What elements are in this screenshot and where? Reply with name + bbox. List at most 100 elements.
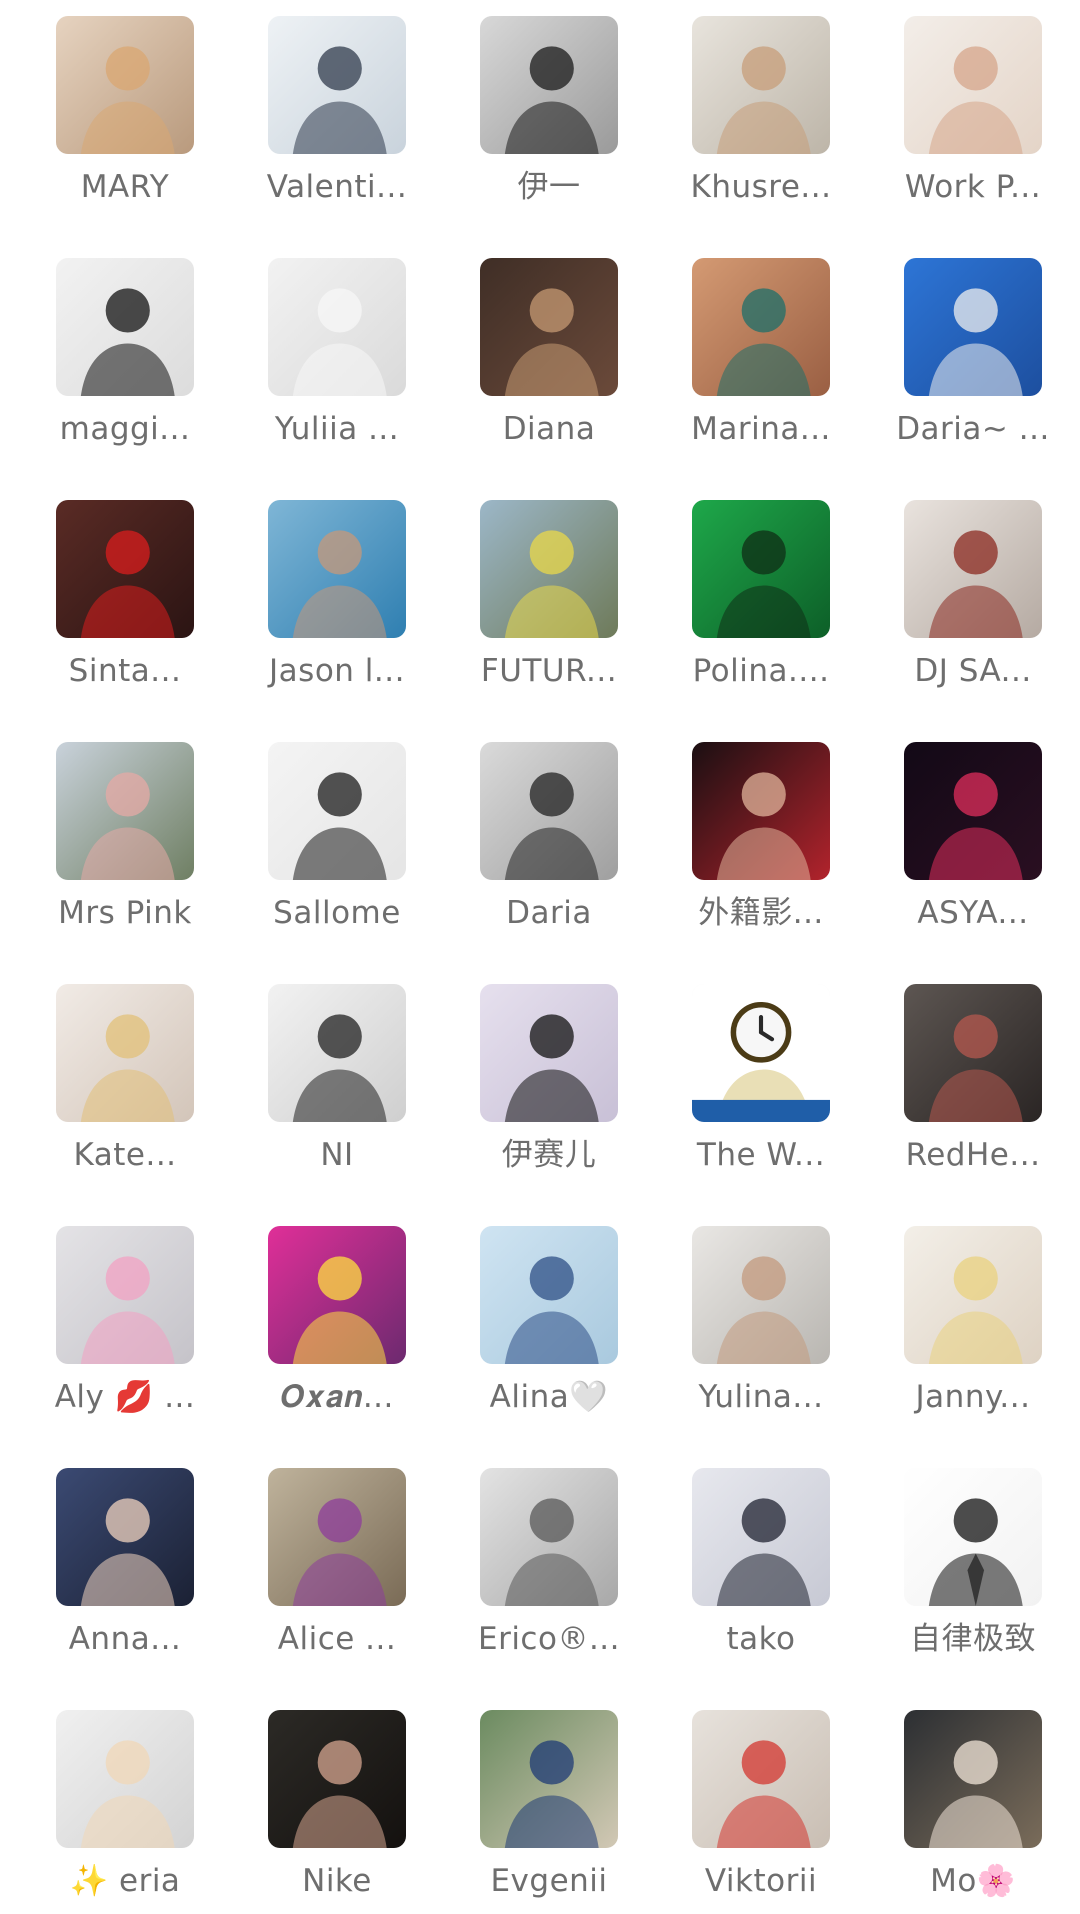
avatar[interactable] <box>480 1226 618 1364</box>
contact-item[interactable]: Mrs Pink <box>38 726 208 946</box>
avatar[interactable] <box>56 500 194 638</box>
avatar-image <box>692 258 830 396</box>
avatar-image <box>692 742 830 880</box>
avatar[interactable] <box>904 742 1042 880</box>
contact-item[interactable]: Aly 💋 ... <box>38 1210 208 1430</box>
contact-item[interactable]: FUTUR... <box>462 484 632 704</box>
avatar-image <box>692 984 830 1122</box>
contact-item[interactable]: maggi... <box>38 242 208 462</box>
contact-item[interactable]: Khusre... <box>674 0 844 220</box>
contact-item[interactable]: Polina.... <box>674 484 844 704</box>
avatar[interactable] <box>268 1226 406 1364</box>
avatar[interactable] <box>268 258 406 396</box>
avatar[interactable] <box>692 1226 830 1364</box>
avatar[interactable] <box>904 984 1042 1122</box>
contact-name: 伊一 <box>517 169 581 205</box>
portrait-head <box>529 1256 574 1301</box>
avatar-image <box>268 742 406 880</box>
contact-item[interactable]: RedHe... <box>886 968 1056 1188</box>
avatar[interactable] <box>692 1468 830 1606</box>
avatar[interactable] <box>268 1468 406 1606</box>
avatar[interactable] <box>56 742 194 880</box>
avatar[interactable] <box>692 500 830 638</box>
avatar[interactable] <box>692 742 830 880</box>
contact-item[interactable]: NI <box>250 968 420 1188</box>
avatar-image <box>268 500 406 638</box>
contact-name: tako <box>726 1621 796 1657</box>
avatar[interactable] <box>904 1468 1042 1606</box>
contact-item[interactable]: MARY <box>38 0 208 220</box>
contact-item[interactable]: Viktorii <box>674 1694 844 1914</box>
contact-item[interactable]: ✨ eria <box>38 1694 208 1914</box>
portrait-head <box>953 1256 998 1301</box>
avatar[interactable] <box>692 1710 830 1848</box>
contact-item[interactable]: Sinta... <box>38 484 208 704</box>
contact-item[interactable]: Marina... <box>674 242 844 462</box>
contact-item[interactable]: 伊赛儿 <box>462 968 632 1188</box>
avatar[interactable] <box>268 16 406 154</box>
contact-item[interactable]: Jason l... <box>250 484 420 704</box>
contact-item[interactable]: Mo🌸 <box>886 1694 1056 1914</box>
avatar[interactable] <box>692 16 830 154</box>
avatar[interactable] <box>268 500 406 638</box>
portrait-head <box>317 772 362 817</box>
contact-item[interactable]: Janny... <box>886 1210 1056 1430</box>
avatar[interactable] <box>56 1226 194 1364</box>
avatar[interactable] <box>692 984 830 1122</box>
contact-item[interactable]: Anna... <box>38 1452 208 1672</box>
avatar[interactable] <box>480 1468 618 1606</box>
contact-item[interactable]: ASYA... <box>886 726 1056 946</box>
avatar[interactable] <box>56 16 194 154</box>
avatar[interactable] <box>480 984 618 1122</box>
avatar[interactable] <box>480 1710 618 1848</box>
avatar[interactable] <box>480 742 618 880</box>
contact-name: Daria~ ... <box>896 411 1050 447</box>
avatar[interactable] <box>480 500 618 638</box>
avatar[interactable] <box>480 16 618 154</box>
avatar-image <box>904 258 1042 396</box>
contact-item[interactable]: Kate... <box>38 968 208 1188</box>
avatar[interactable] <box>904 258 1042 396</box>
avatar[interactable] <box>56 258 194 396</box>
avatar[interactable] <box>56 1468 194 1606</box>
contact-item[interactable]: 伊一 <box>462 0 632 220</box>
avatar[interactable] <box>904 1226 1042 1364</box>
contact-item[interactable]: Evgenii <box>462 1694 632 1914</box>
avatar[interactable] <box>268 984 406 1122</box>
contact-name: Work P... <box>904 169 1042 205</box>
portrait-head <box>529 46 574 91</box>
avatar-image <box>480 500 618 638</box>
contact-item[interactable]: Diana <box>462 242 632 462</box>
avatar[interactable] <box>268 1710 406 1848</box>
contact-item[interactable]: Nike <box>250 1694 420 1914</box>
contact-name: Aly 💋 ... <box>54 1379 196 1415</box>
avatar[interactable] <box>56 984 194 1122</box>
portrait-head <box>105 772 150 817</box>
avatar[interactable] <box>268 742 406 880</box>
contact-item[interactable]: 𝑶𝒙𝒂𝒏... <box>250 1210 420 1430</box>
contact-item[interactable]: Yuliia ... <box>250 242 420 462</box>
contact-item[interactable]: Erico®... <box>462 1452 632 1672</box>
contact-item[interactable]: DJ SA... <box>886 484 1056 704</box>
contact-item[interactable]: Sallome <box>250 726 420 946</box>
avatar[interactable] <box>904 500 1042 638</box>
avatar[interactable] <box>480 258 618 396</box>
avatar-image <box>904 1710 1042 1848</box>
contact-name: Alice ... <box>277 1621 397 1657</box>
contact-item[interactable]: Valenti... <box>250 0 420 220</box>
contact-item[interactable]: Alice ... <box>250 1452 420 1672</box>
avatar[interactable] <box>904 16 1042 154</box>
contact-item[interactable]: Daria <box>462 726 632 946</box>
contact-item[interactable]: Work P... <box>886 0 1056 220</box>
avatar[interactable] <box>56 1710 194 1848</box>
contact-item[interactable]: The W... <box>674 968 844 1188</box>
avatar[interactable] <box>904 1710 1042 1848</box>
contact-item[interactable]: Daria~ ... <box>886 242 1056 462</box>
contact-item[interactable]: 外籍影... <box>674 726 844 946</box>
contact-item[interactable]: tako <box>674 1452 844 1672</box>
avatar[interactable] <box>692 258 830 396</box>
contact-item[interactable]: 自律极致 <box>886 1452 1056 1672</box>
contact-item[interactable]: Yulina... <box>674 1210 844 1430</box>
avatar-image <box>268 16 406 154</box>
contact-item[interactable]: Alina🤍 <box>462 1210 632 1430</box>
